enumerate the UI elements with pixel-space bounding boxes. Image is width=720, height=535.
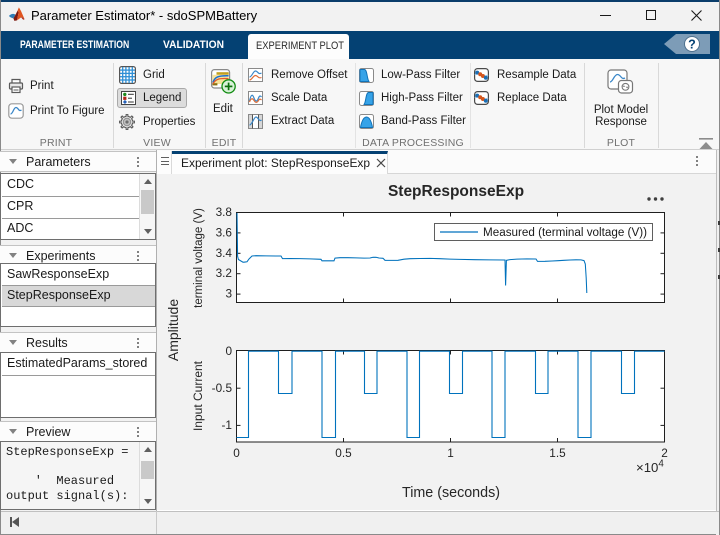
svg-text:?: ? — [688, 38, 696, 52]
